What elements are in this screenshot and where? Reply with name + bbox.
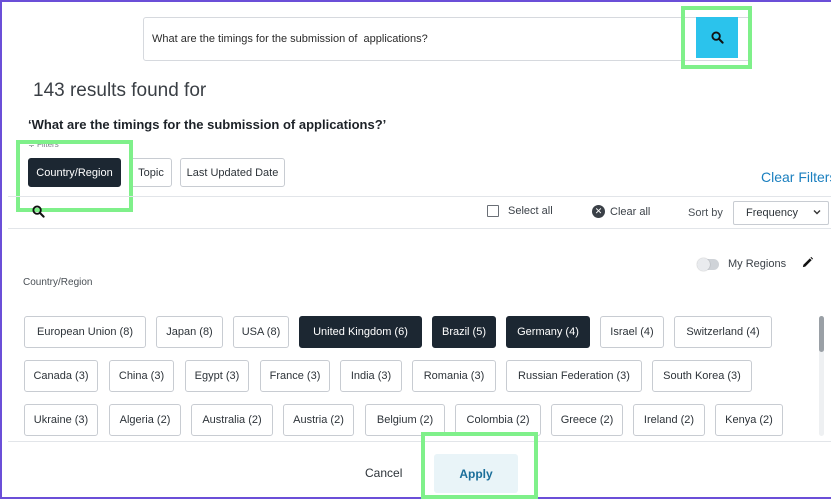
- scrollbar-thumb[interactable]: [819, 316, 824, 352]
- region-chip[interactable]: Colombia (2): [455, 404, 541, 436]
- search-button[interactable]: [696, 17, 738, 58]
- region-chip[interactable]: Romania (3): [412, 360, 496, 392]
- region-chip[interactable]: Brazil (5): [432, 316, 496, 348]
- region-chip[interactable]: Kenya (2): [715, 404, 783, 436]
- region-chip[interactable]: Greece (2): [551, 404, 623, 436]
- apply-button[interactable]: Apply: [434, 454, 518, 493]
- chevron-down-icon: [813, 210, 821, 215]
- divider: [8, 228, 831, 229]
- region-chip[interactable]: Ireland (2): [633, 404, 705, 436]
- search-icon: [710, 31, 724, 44]
- region-chip[interactable]: Belgium (2): [365, 404, 445, 436]
- sort-select-value: Frequency: [746, 207, 798, 219]
- my-regions-label: My Regions: [728, 258, 787, 270]
- region-chip[interactable]: Japan (8): [156, 316, 223, 348]
- region-chip[interactable]: Russian Federation (3): [506, 360, 642, 392]
- results-query: ‘What are the timings for the submission…: [28, 117, 387, 132]
- filter-search-icon[interactable]: [32, 205, 45, 223]
- sort-select[interactable]: Frequency: [733, 201, 829, 225]
- region-chip[interactable]: Australia (2): [191, 404, 273, 436]
- region-chip[interactable]: Austria (2): [283, 404, 354, 436]
- region-chip[interactable]: India (3): [340, 360, 402, 392]
- region-chip[interactable]: Canada (3): [24, 360, 98, 392]
- region-chip[interactable]: Switzerland (4): [674, 316, 772, 348]
- region-chip[interactable]: Germany (4): [506, 316, 590, 348]
- region-chip[interactable]: Israel (4): [600, 316, 664, 348]
- cancel-button[interactable]: Cancel: [365, 466, 402, 480]
- divider: [8, 441, 831, 442]
- select-all-checkbox[interactable]: Select all: [487, 205, 553, 217]
- select-all-label: Select all: [508, 205, 553, 217]
- region-chip[interactable]: South Korea (3): [652, 360, 752, 392]
- filters-label: ≑ Filters: [28, 140, 59, 149]
- pencil-icon[interactable]: [801, 256, 814, 274]
- region-chip-list: European Union (8) Japan (8) USA (8) Uni…: [0, 300, 831, 438]
- clear-all-label: Clear all: [610, 205, 651, 218]
- tab-country-region[interactable]: Country/Region: [28, 158, 121, 187]
- search-input[interactable]: [152, 19, 672, 59]
- tab-topic[interactable]: Topic: [130, 158, 172, 187]
- region-chip[interactable]: USA (8): [233, 316, 289, 348]
- region-chip[interactable]: Egypt (3): [185, 360, 249, 392]
- my-regions-toggle[interactable]: [697, 258, 719, 271]
- region-chip[interactable]: European Union (8): [24, 316, 146, 348]
- filters-label-text: Filters: [36, 140, 59, 149]
- tab-last-updated-date[interactable]: Last Updated Date: [180, 158, 285, 187]
- sort-by-label: Sort by: [688, 207, 723, 219]
- clear-all-button[interactable]: ✕ Clear all: [592, 205, 650, 218]
- region-chip[interactable]: Algeria (2): [109, 404, 181, 436]
- region-chip[interactable]: France (3): [260, 360, 330, 392]
- divider: [8, 196, 831, 197]
- region-chip[interactable]: Ukraine (3): [24, 404, 98, 436]
- close-circle-icon: ✕: [592, 205, 605, 218]
- checkbox-icon: [487, 205, 499, 217]
- country-region-section-label: Country/Region: [23, 277, 93, 288]
- results-count: 143 results found for: [33, 80, 207, 101]
- clear-filters-link[interactable]: Clear Filters: [761, 169, 831, 185]
- region-chip[interactable]: United Kingdom (6): [299, 316, 422, 348]
- region-chip[interactable]: China (3): [109, 360, 174, 392]
